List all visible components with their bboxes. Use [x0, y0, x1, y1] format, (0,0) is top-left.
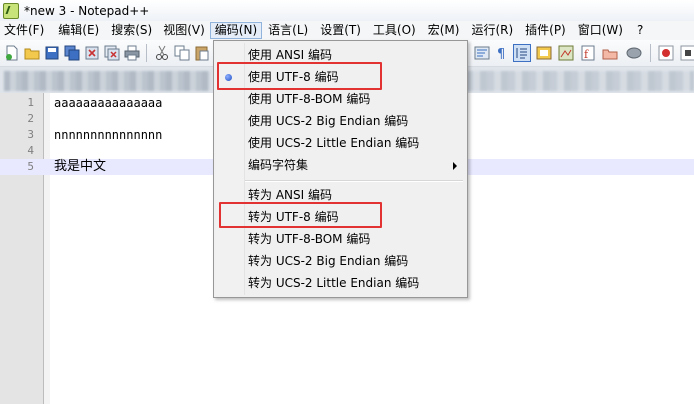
- toolbar-separator: [650, 44, 651, 62]
- menu-search[interactable]: 搜索(S): [107, 22, 156, 39]
- menu-use-ucs2-le[interactable]: 使用 UCS-2 Little Endian 编码: [214, 132, 467, 154]
- playback-icon[interactable]: [680, 45, 694, 61]
- menu-item-label: 使用 UCS-2 Little Endian 编码: [248, 136, 420, 150]
- paste-icon[interactable]: [194, 45, 210, 61]
- menu-view[interactable]: 视图(V): [159, 22, 209, 39]
- menu-item-label: 编码字符集: [248, 158, 309, 172]
- print-icon[interactable]: [124, 45, 140, 61]
- line-text: nnnnnnnnnnnnnnn: [54, 128, 163, 142]
- save-icon[interactable]: [44, 45, 60, 61]
- stop-record-icon[interactable]: [626, 45, 642, 61]
- menu-plugins[interactable]: 插件(P): [521, 22, 570, 39]
- menu-macro[interactable]: 宏(M): [424, 22, 464, 39]
- line-number: 4: [27, 144, 34, 157]
- menu-bar: 文件(F) 编辑(E) 搜索(S) 视图(V) 编码(N) 语言(L) 设置(T…: [0, 21, 694, 40]
- line-number: 5: [27, 160, 34, 173]
- menu-separator: [245, 180, 463, 182]
- menu-convert-ucs2-le[interactable]: 转为 UCS-2 Little Endian 编码: [214, 272, 467, 294]
- record-macro-icon[interactable]: [658, 45, 674, 61]
- cut-icon[interactable]: [154, 45, 170, 61]
- menu-item-label: 使用 UTF-8-BOM 编码: [248, 92, 371, 106]
- line-text: aaaaaaaaaaaaaaa: [54, 96, 163, 110]
- menu-charset-submenu[interactable]: 编码字符集: [214, 154, 467, 176]
- menu-file[interactable]: 文件(F): [0, 22, 48, 39]
- window-title: *new 3 - Notepad++: [24, 3, 150, 18]
- line-number: 2: [27, 112, 34, 125]
- menu-settings[interactable]: 设置(T): [316, 22, 365, 39]
- word-wrap-icon[interactable]: [474, 45, 490, 61]
- line-number: 3: [27, 128, 34, 141]
- menu-encoding[interactable]: 编码(N): [209, 22, 263, 39]
- menu-window[interactable]: 窗口(W): [574, 22, 627, 39]
- menu-convert-utf8-bom[interactable]: 转为 UTF-8-BOM 编码: [214, 228, 467, 250]
- indent-guide-icon[interactable]: [513, 44, 531, 62]
- menu-use-ucs2-be[interactable]: 使用 UCS-2 Big Endian 编码: [214, 110, 467, 132]
- menu-item-label: 转为 UCS-2 Little Endian 编码: [248, 276, 420, 290]
- submenu-arrow-icon: [453, 162, 457, 170]
- blurred-tabs: [4, 71, 210, 91]
- show-all-chars-icon[interactable]: ¶: [494, 45, 510, 61]
- notepad-plus-plus-icon: [3, 2, 19, 19]
- doc-map-icon[interactable]: [536, 45, 552, 61]
- open-file-icon[interactable]: [24, 45, 40, 61]
- close-icon[interactable]: [84, 45, 100, 61]
- function-list-icon[interactable]: [558, 45, 574, 61]
- folder-workspace-icon[interactable]: f: [580, 45, 596, 61]
- menu-language[interactable]: 语言(L): [264, 22, 312, 39]
- blurred-tabs: [466, 71, 694, 91]
- new-file-icon[interactable]: [4, 45, 20, 61]
- menu-edit[interactable]: 编辑(E): [54, 22, 103, 39]
- highlight-box-use-utf8: [217, 62, 382, 90]
- copy-icon[interactable]: [174, 45, 190, 61]
- svg-text:¶: ¶: [497, 47, 505, 61]
- line-number: 1: [27, 96, 34, 109]
- menu-item-label: 转为 UCS-2 Big Endian 编码: [248, 254, 409, 268]
- menu-help[interactable]: ?: [633, 22, 647, 39]
- highlight-box-convert-utf8: [219, 202, 382, 228]
- menu-tools[interactable]: 工具(O): [369, 22, 420, 39]
- menu-use-utf8-bom[interactable]: 使用 UTF-8-BOM 编码: [214, 88, 467, 110]
- title-bar: *new 3 - Notepad++: [0, 0, 694, 21]
- menu-item-label: 使用 UCS-2 Big Endian 编码: [248, 114, 409, 128]
- line-text: 我是中文: [54, 159, 107, 174]
- save-all-icon[interactable]: [64, 45, 80, 61]
- close-all-icon[interactable]: [104, 45, 120, 61]
- toolbar-separator: [146, 44, 147, 62]
- menu-run[interactable]: 运行(R): [467, 22, 517, 39]
- menu-convert-ucs2-be[interactable]: 转为 UCS-2 Big Endian 编码: [214, 250, 467, 272]
- menu-item-label: 转为 UTF-8-BOM 编码: [248, 232, 371, 246]
- close-folder-icon[interactable]: [602, 45, 618, 61]
